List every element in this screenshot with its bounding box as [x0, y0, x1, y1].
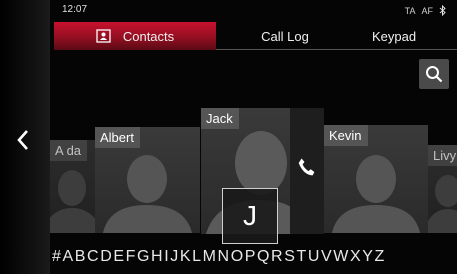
current-letter-indicator: J	[222, 188, 278, 244]
contact-card-albert[interactable]: Albert	[95, 127, 200, 233]
af-indicator: AF	[421, 5, 433, 16]
contact-card-a-da[interactable]: A da	[50, 140, 95, 233]
avatar-silhouette	[50, 170, 95, 233]
phone-screen: 12:07 TA AF Contacts Call Log Keypad A d…	[0, 0, 457, 274]
bluetooth-icon	[439, 5, 446, 16]
search-button[interactable]	[419, 59, 449, 89]
tab-keypad[interactable]: Keypad	[344, 22, 444, 50]
contact-card-livy[interactable]: Livy	[428, 145, 457, 233]
contact-name: Livy	[428, 145, 457, 166]
contact-name: Jack	[201, 108, 239, 129]
contact-name: A da	[50, 140, 88, 161]
avatar-silhouette	[332, 155, 420, 233]
status-indicators: TA AF	[405, 5, 447, 16]
alphabet-index-bar[interactable]: #ABCDEFGHIJKLMNOPQRSTUVWXYZ	[52, 248, 457, 270]
tab-contacts[interactable]: Contacts	[54, 22, 216, 50]
tab-call-log-label: Call Log	[261, 28, 309, 44]
tab-call-log[interactable]: Call Log	[216, 22, 354, 50]
contact-name: Albert	[95, 127, 140, 148]
chevron-left-icon	[17, 130, 28, 150]
avatar-silhouette	[428, 175, 457, 233]
status-bar: 12:07 TA AF	[50, 0, 457, 22]
contact-card-kevin[interactable]: Kevin	[324, 125, 428, 233]
ta-indicator: TA	[404, 5, 416, 16]
tab-keypad-label: Keypad	[371, 28, 417, 44]
clock: 12:07	[62, 4, 88, 15]
avatar-silhouette	[103, 155, 192, 233]
back-button[interactable]	[8, 122, 38, 158]
phone-icon	[298, 158, 315, 176]
call-contact-button[interactable]	[290, 108, 324, 234]
contact-card-icon	[96, 29, 111, 43]
tab-bar: Contacts Call Log Keypad	[54, 22, 457, 50]
tab-contacts-label: Contacts	[122, 28, 175, 44]
contact-name: Kevin	[324, 125, 368, 146]
search-icon	[426, 66, 443, 83]
